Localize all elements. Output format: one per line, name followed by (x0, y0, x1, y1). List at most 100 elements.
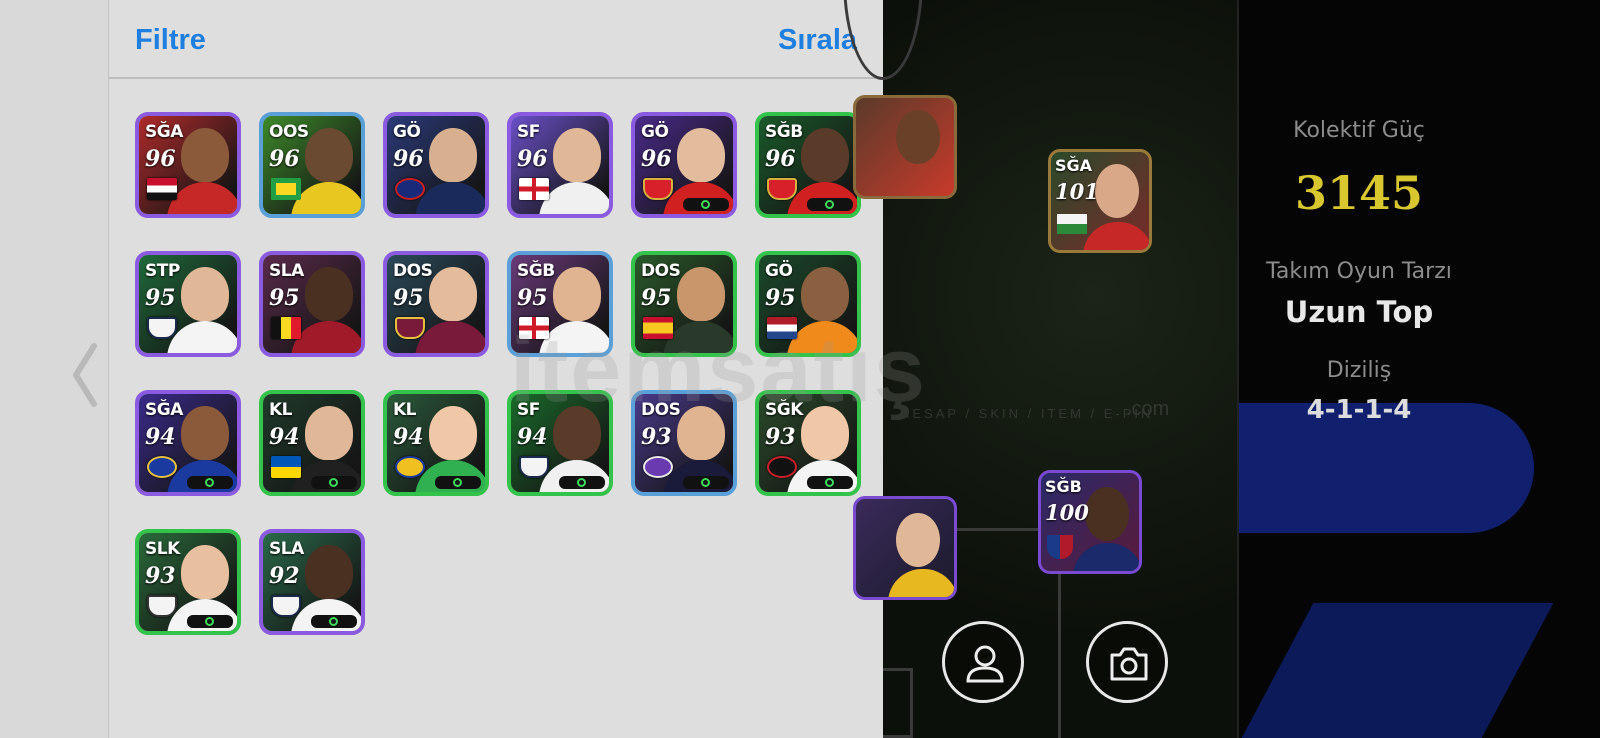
brazil-flag-icon (271, 178, 301, 200)
player-rating: 94 (517, 424, 548, 450)
player-position: SF (517, 122, 540, 142)
skill-icon (825, 200, 834, 209)
player-card[interactable]: OOS 96 (259, 112, 365, 218)
penalty-box-line (883, 668, 913, 738)
player-portrait (553, 128, 601, 182)
player-card[interactable]: GÖ 95 (755, 251, 861, 357)
team-info-panel: Kolektif Güç 3145 Takım Oyun Tarzı Uzun … (1237, 0, 1600, 738)
player-portrait (677, 406, 725, 460)
player-portrait (677, 267, 725, 321)
player-rating: 95 (765, 285, 796, 311)
team-style-value: Uzun Top (1284, 295, 1434, 329)
skill-tab (807, 198, 853, 211)
player-portrait (553, 406, 601, 460)
player-position: SLA (269, 539, 304, 559)
player-portrait (429, 128, 477, 182)
crest-blue-icon (147, 456, 177, 478)
player-position: KL (269, 400, 293, 420)
skill-icon (329, 617, 338, 626)
player-rating: 93 (641, 424, 672, 450)
player-card[interactable]: SLA 92 (259, 529, 365, 635)
ukraine-flag-icon (271, 456, 301, 478)
arsenal-crest-icon (767, 178, 797, 200)
player-rating: 96 (145, 146, 176, 172)
player-rating: 96 (517, 146, 548, 172)
tottenham-crest-icon (271, 595, 301, 617)
player-position: SĞA (145, 122, 183, 142)
wales-flag-icon (1057, 214, 1087, 234)
player-card-grid: SĞA 96 OOS 96 GÖ 96 SF 96 GÖ 96 SĞB 96 STP 95 SLA 95 DOS… (135, 112, 861, 635)
player-rating: 96 (765, 146, 796, 172)
player-card[interactable]: KL 94 (383, 390, 489, 496)
sort-button[interactable]: Sırala (778, 24, 857, 57)
player-portrait (305, 545, 353, 599)
camera-button[interactable] (1086, 621, 1168, 703)
skill-tab (807, 476, 853, 489)
player-card[interactable]: SF 94 (507, 390, 613, 496)
player-portrait (181, 128, 229, 182)
field-player-card[interactable]: SĞB 100 (1038, 470, 1142, 574)
player-card[interactable]: DOS 95 (383, 251, 489, 357)
profile-button[interactable] (942, 621, 1024, 703)
decorative-shape (1239, 603, 1554, 738)
player-card[interactable]: STP 95 (135, 251, 241, 357)
player-card[interactable]: DOS 95 (631, 251, 737, 357)
player-rating: 95 (641, 285, 672, 311)
player-portrait (801, 267, 849, 321)
player-portrait (429, 267, 477, 321)
netherlands-flag-icon (767, 317, 797, 339)
filter-button[interactable]: Filtre (135, 24, 206, 57)
field-card-rating: 100 (1045, 500, 1089, 525)
player-position: SĞB (517, 261, 555, 281)
player-card[interactable]: GÖ 96 (383, 112, 489, 218)
field-player-card[interactable]: SĞA 101 (1048, 149, 1152, 253)
player-position: OOS (269, 122, 309, 142)
player-rating: 92 (269, 563, 300, 589)
player-position: SĞK (765, 400, 803, 420)
crest-black-icon (767, 456, 797, 478)
player-portrait (553, 267, 601, 321)
player-portrait (305, 128, 353, 182)
player-card[interactable]: SĞA 94 (135, 390, 241, 496)
player-card[interactable]: SĞK 93 (755, 390, 861, 496)
field-card-position: SĞB (1045, 477, 1082, 496)
arsenal-crest-icon (643, 178, 673, 200)
england-flag-icon (519, 317, 549, 339)
skill-icon (453, 478, 462, 487)
player-card[interactable]: SLA 95 (259, 251, 365, 357)
player-card[interactable]: KL 94 (259, 390, 365, 496)
skill-tab (559, 476, 605, 489)
crest-purple-icon (643, 456, 673, 478)
egypt-flag-icon (147, 178, 177, 200)
player-card[interactable]: SĞB 96 (755, 112, 861, 218)
player-rating: 95 (393, 285, 424, 311)
formation-field: SĞA 101 SĞB 100 (843, 0, 1237, 738)
back-chevron-icon[interactable] (70, 342, 100, 408)
skill-tab (311, 615, 357, 628)
skill-tab (311, 476, 357, 489)
skill-tab (435, 476, 481, 489)
player-rating: 94 (393, 424, 424, 450)
player-card[interactable]: SF 96 (507, 112, 613, 218)
player-portrait (181, 406, 229, 460)
player-selection-panel: Filtre Sırala SĞA 96 OOS 96 GÖ 96 SF 96 GÖ 96 SĞB 9… (109, 0, 883, 738)
player-position: GÖ (393, 122, 421, 142)
player-rating: 96 (393, 146, 424, 172)
field-player-card[interactable] (853, 95, 957, 199)
player-position: SLK (145, 539, 180, 559)
formation-value: 4-1-1-4 (1306, 395, 1412, 425)
team-style-label: Takım Oyun Tarzı (1266, 259, 1452, 284)
player-card[interactable]: DOS 93 (631, 390, 737, 496)
camera-icon (1110, 647, 1148, 681)
player-card[interactable]: SLK 93 (135, 529, 241, 635)
crest-yellow-icon (395, 456, 425, 478)
player-card[interactable]: GÖ 96 (631, 112, 737, 218)
player-rating: 95 (517, 285, 548, 311)
formation-label: Diziliş (1326, 358, 1392, 383)
player-card[interactable]: SĞB 95 (507, 251, 613, 357)
skill-icon (701, 478, 710, 487)
skill-icon (701, 200, 710, 209)
player-card[interactable]: SĞA 96 (135, 112, 241, 218)
field-player-card[interactable] (853, 496, 957, 600)
profile-icon (966, 645, 1004, 683)
